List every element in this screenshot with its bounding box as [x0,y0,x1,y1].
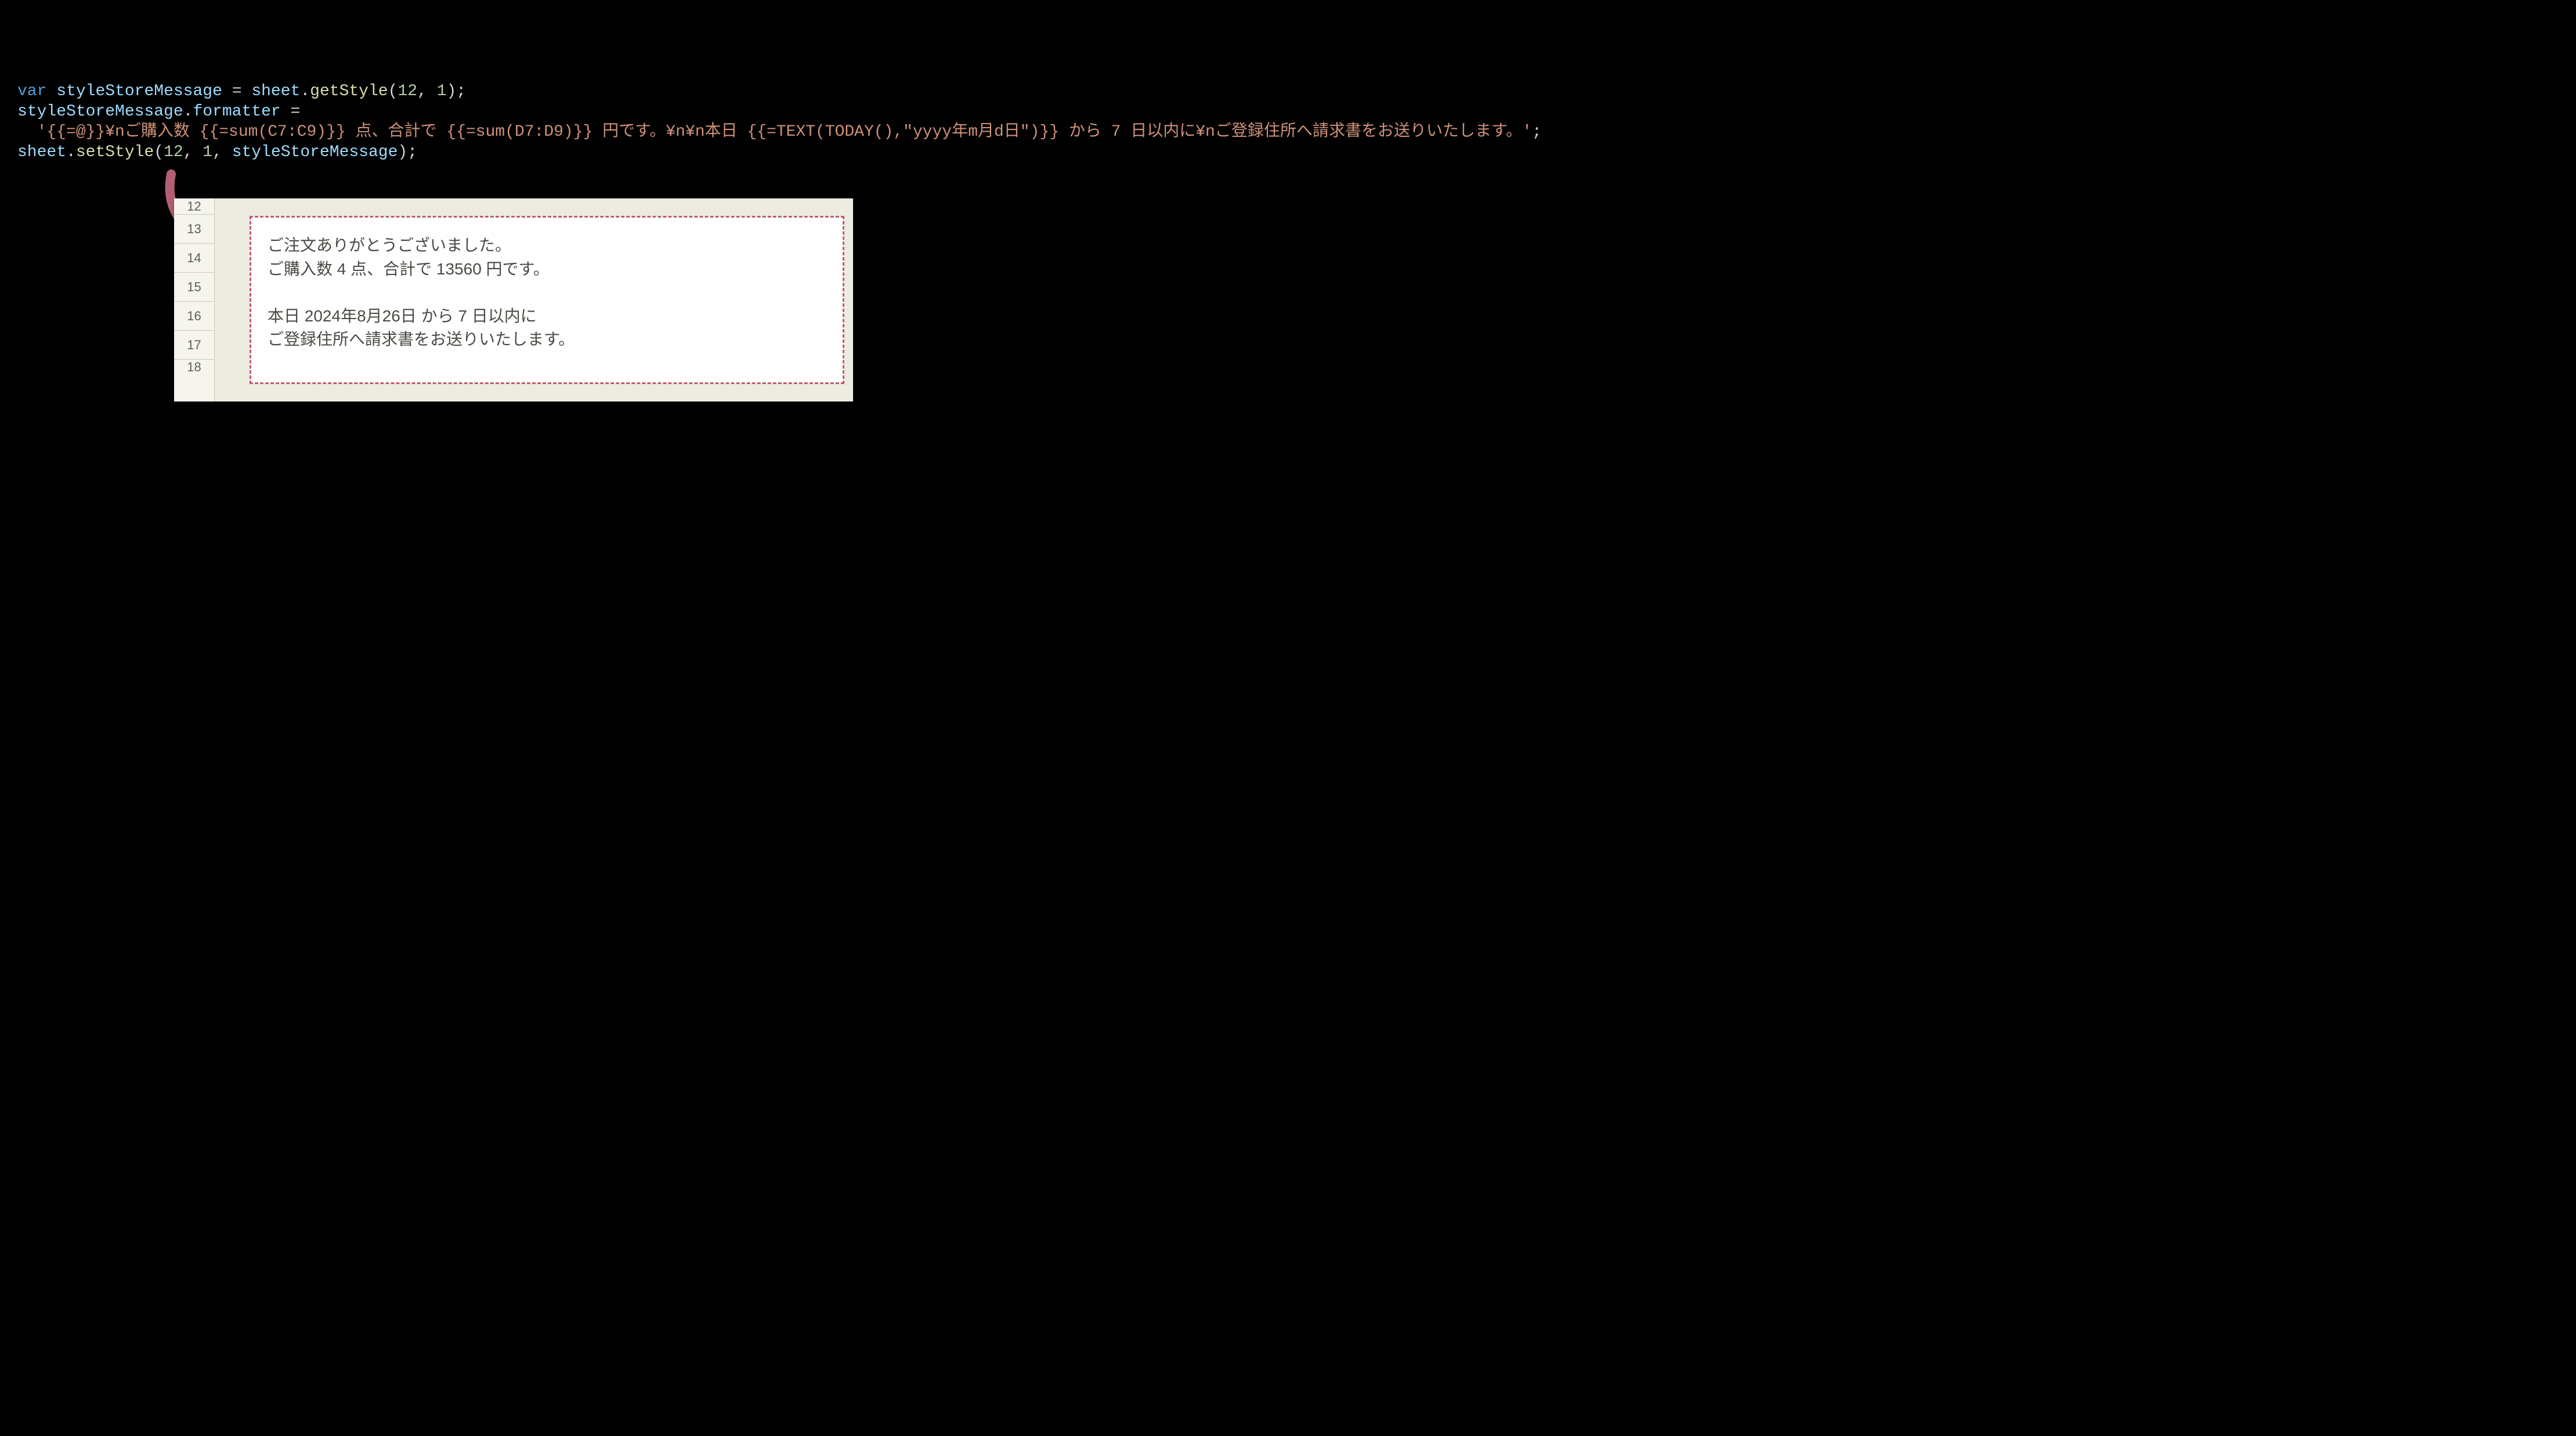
method-setStyle: setStyle [76,143,154,161]
row-header-column: 12 13 14 15 16 17 18 [174,198,215,401]
row-header: 14 [174,244,214,273]
row-header: 18 [174,360,214,376]
prop-formatter: formatter [193,103,280,121]
method-getStyle: getStyle [310,82,388,100]
formatter-string: '{{=@}}¥nご購入数 {{=sum(C7:C9)}} 点、合計で {{=s… [37,123,1532,141]
code-block: var styleStoreMessage = sheet.getStyle(1… [17,81,2559,162]
num-12-b: 12 [164,143,183,161]
sheet-body: ご注文ありがとうございました。 ご購入数 4 点、合計で 13560 円です。 … [215,198,853,401]
num-12-a: 12 [398,82,417,100]
message-line-1: ご注文ありがとうございました。 [268,234,826,258]
message-line-4: ご登録住所へ請求書をお送りいたします。 [268,328,826,352]
row-header: 12 [174,198,214,215]
message-line-2: ご購入数 4 点、合計で 13560 円です。 [268,258,826,281]
row-header: 16 [174,302,214,331]
message-blank [268,281,826,305]
row-header: 13 [174,215,214,244]
num-1-b: 1 [203,143,212,161]
row-header: 15 [174,273,214,302]
spreadsheet-preview: 12 13 14 15 16 17 18 ご注文ありがとうございました。 ご購入… [174,198,853,401]
keyword-var: var [17,82,46,100]
message-cell: ご注文ありがとうございました。 ご購入数 4 点、合計で 13560 円です。 … [250,216,844,384]
var-sheet-1: sheet [251,82,300,100]
var-styleStoreMessage-3: styleStoreMessage [232,143,398,161]
var-styleStoreMessage-1: styleStoreMessage [56,82,222,100]
num-1-a: 1 [437,82,447,100]
message-line-3: 本日 2024年8月26日 から 7 日以内に [268,305,826,328]
row-header: 17 [174,331,214,360]
var-sheet-2: sheet [17,143,66,161]
var-styleStoreMessage-2: styleStoreMessage [17,103,183,121]
